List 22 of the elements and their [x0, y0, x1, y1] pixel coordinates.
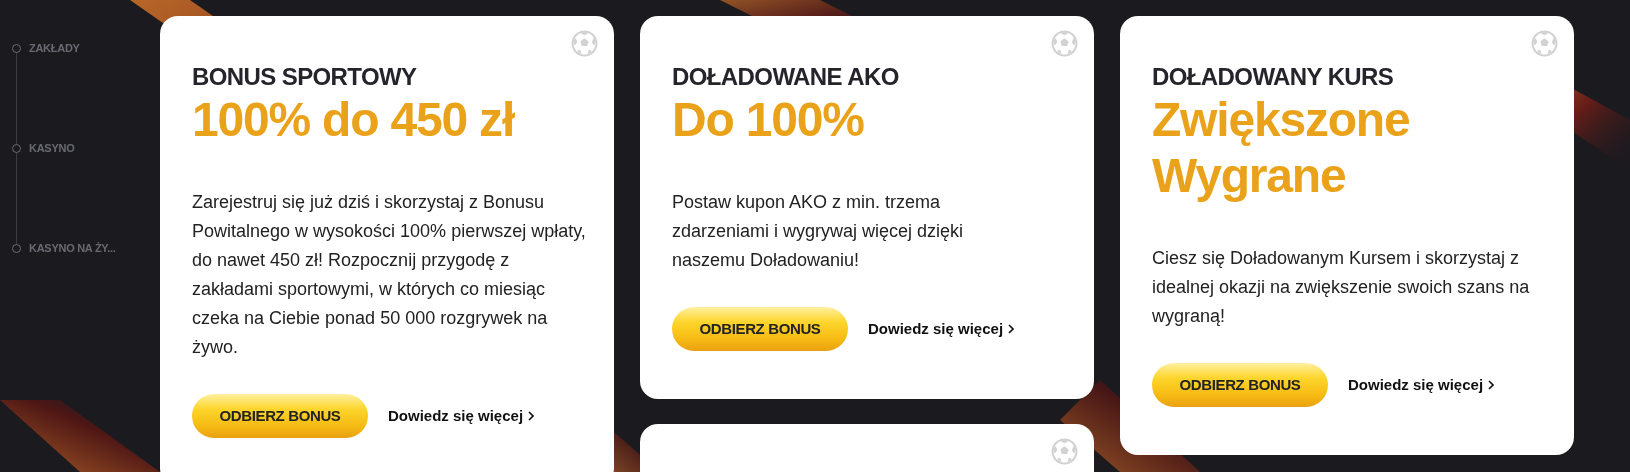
soccer-ball-icon [1531, 30, 1558, 57]
card-description: Zarejestruj się już dziś i skorzystaj z Bonusu Powitalnego w wysokości 100% pierwszej wpłaty, do nawet 450 zł! Rozpocznij przygodę z zakładami sportowymi, w których co miesiąc czeka na Ciebie ponad 50 000 rozgrywek na żywo. [192, 191, 587, 359]
soccer-ball-icon [1051, 438, 1078, 465]
card-title: DOŁADOWANE AKO [672, 62, 900, 92]
soccer-ball-icon [571, 30, 598, 57]
soccer-ball-icon [1051, 30, 1078, 57]
chevron-right-icon [1008, 324, 1015, 334]
chevron-right-icon [1488, 380, 1495, 390]
bonus-headline: Do 100% [672, 92, 865, 148]
bonus-headline: Zwiększone Wygrane [1152, 92, 1411, 204]
card-description: Ciesz się Doładowanym Kursem i skorzystaj z idealnej okazji na zwiększenie swoich szans na wygraną! [1152, 247, 1531, 328]
learn-more-link[interactable]: Dowiedz się więcej [868, 317, 1015, 341]
bonus-headline: 100% do 450 zł [192, 92, 516, 148]
card-title: BONUS SPORTOWY [192, 62, 418, 92]
card-title: DOŁADOWANY KURS [1152, 62, 1395, 92]
claim-bonus-button[interactable]: ODBIERZ BONUS [192, 394, 368, 438]
claim-bonus-button[interactable]: ODBIERZ BONUS [672, 307, 848, 351]
claim-bonus-button[interactable]: ODBIERZ BONUS [1152, 363, 1328, 407]
learn-more-link[interactable]: Dowiedz się więcej [1348, 373, 1495, 397]
learn-more-link[interactable]: Dowiedz się więcej [388, 404, 535, 428]
card-description: Postaw kupon AKO z min. trzema zdarzeniami i wygrywaj więcej dzięki naszemu Doładowaniu! [672, 191, 965, 272]
chevron-right-icon [528, 411, 535, 421]
